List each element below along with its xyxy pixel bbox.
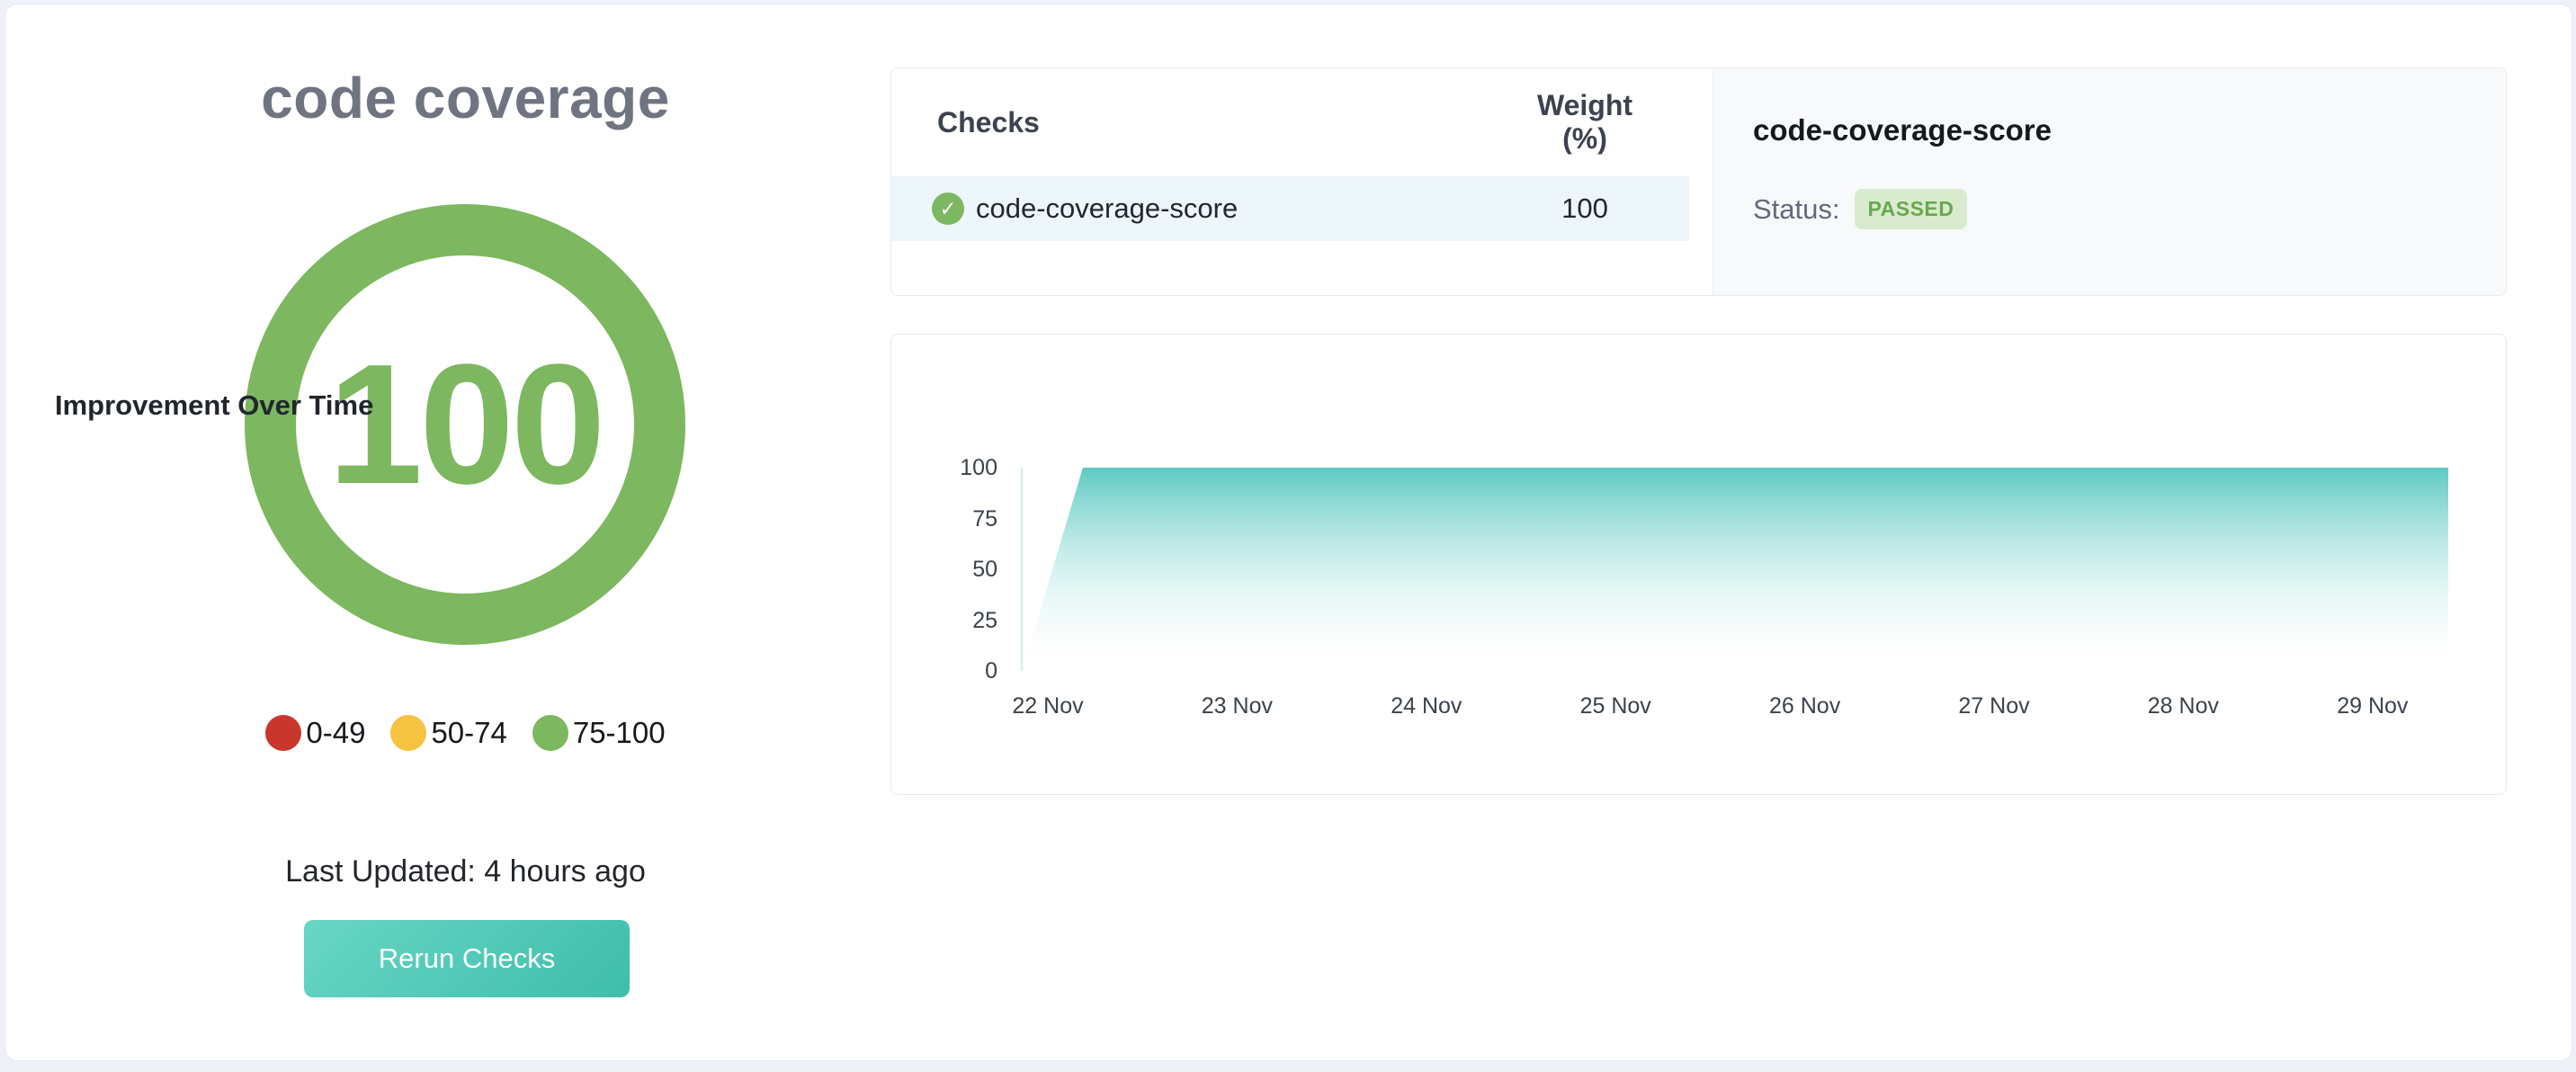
x-tick-label: 24 Nov: [1359, 692, 1494, 719]
last-updated-text: Last Updated: 4 hours ago: [0, 854, 931, 889]
legend-item-mid: 50-74: [390, 715, 506, 751]
legend-item-high: 75-100: [532, 715, 666, 751]
check-detail-panel: code-coverage-score Status: PASSED: [1713, 68, 2507, 295]
status-badge: PASSED: [1855, 189, 1968, 229]
x-tick-label: 26 Nov: [1738, 692, 1873, 719]
improvement-chart-card: 100 75 50 25 0 22 Nov 23 Nov 24 Nov 25 Nov 26 No…: [890, 334, 2507, 795]
score-legend: 0-49 50-74 75-100: [0, 713, 931, 753]
legend-dot-red-icon: [265, 715, 301, 751]
x-tick-label: 25 Nov: [1548, 692, 1683, 719]
y-tick-label: 100: [891, 454, 997, 481]
legend-label: 0-49: [306, 716, 365, 750]
check-weight: 100: [1513, 192, 1657, 225]
chart-title: Improvement Over Time: [55, 389, 373, 422]
rerun-checks-button[interactable]: Rerun Checks: [304, 920, 630, 997]
y-tick-label: 75: [891, 505, 997, 532]
check-passed-icon: ✓: [932, 192, 964, 225]
area-chart: [891, 335, 2507, 795]
legend-dot-yellow-icon: [390, 715, 426, 751]
x-tick-label: 27 Nov: [1927, 692, 2062, 719]
x-tick-label: 23 Nov: [1169, 692, 1304, 719]
status-line: Status: PASSED: [1753, 189, 1967, 229]
legend-dot-green-icon: [532, 715, 568, 751]
score-gauge: 100: [245, 204, 685, 645]
column-header-weight: Weight (%): [1513, 89, 1657, 156]
y-tick-label: 25: [891, 607, 997, 634]
legend-item-low: 0-49: [265, 715, 365, 751]
detail-title: code-coverage-score: [1753, 113, 2052, 147]
check-name: code-coverage-score: [976, 192, 1238, 225]
x-tick-label: 22 Nov: [980, 692, 1115, 719]
area-series-fill: [1023, 468, 2448, 671]
y-tick-label: 0: [891, 657, 997, 684]
y-tick-label: 50: [891, 556, 997, 583]
checks-table-header: Checks Weight (%): [891, 68, 1689, 176]
x-tick-label: 28 Nov: [2115, 692, 2250, 719]
column-header-checks: Checks: [937, 106, 1040, 139]
legend-label: 50-74: [431, 716, 506, 750]
legend-label: 75-100: [573, 716, 666, 750]
status-label: Status:: [1753, 193, 1840, 226]
x-tick-label: 29 Nov: [2305, 692, 2440, 719]
score-value: 100: [327, 326, 602, 523]
checks-card: Checks Weight (%) ✓ code-coverage-score …: [890, 67, 2507, 296]
table-row[interactable]: ✓ code-coverage-score 100: [891, 176, 1689, 241]
page-title: code coverage: [0, 65, 931, 131]
